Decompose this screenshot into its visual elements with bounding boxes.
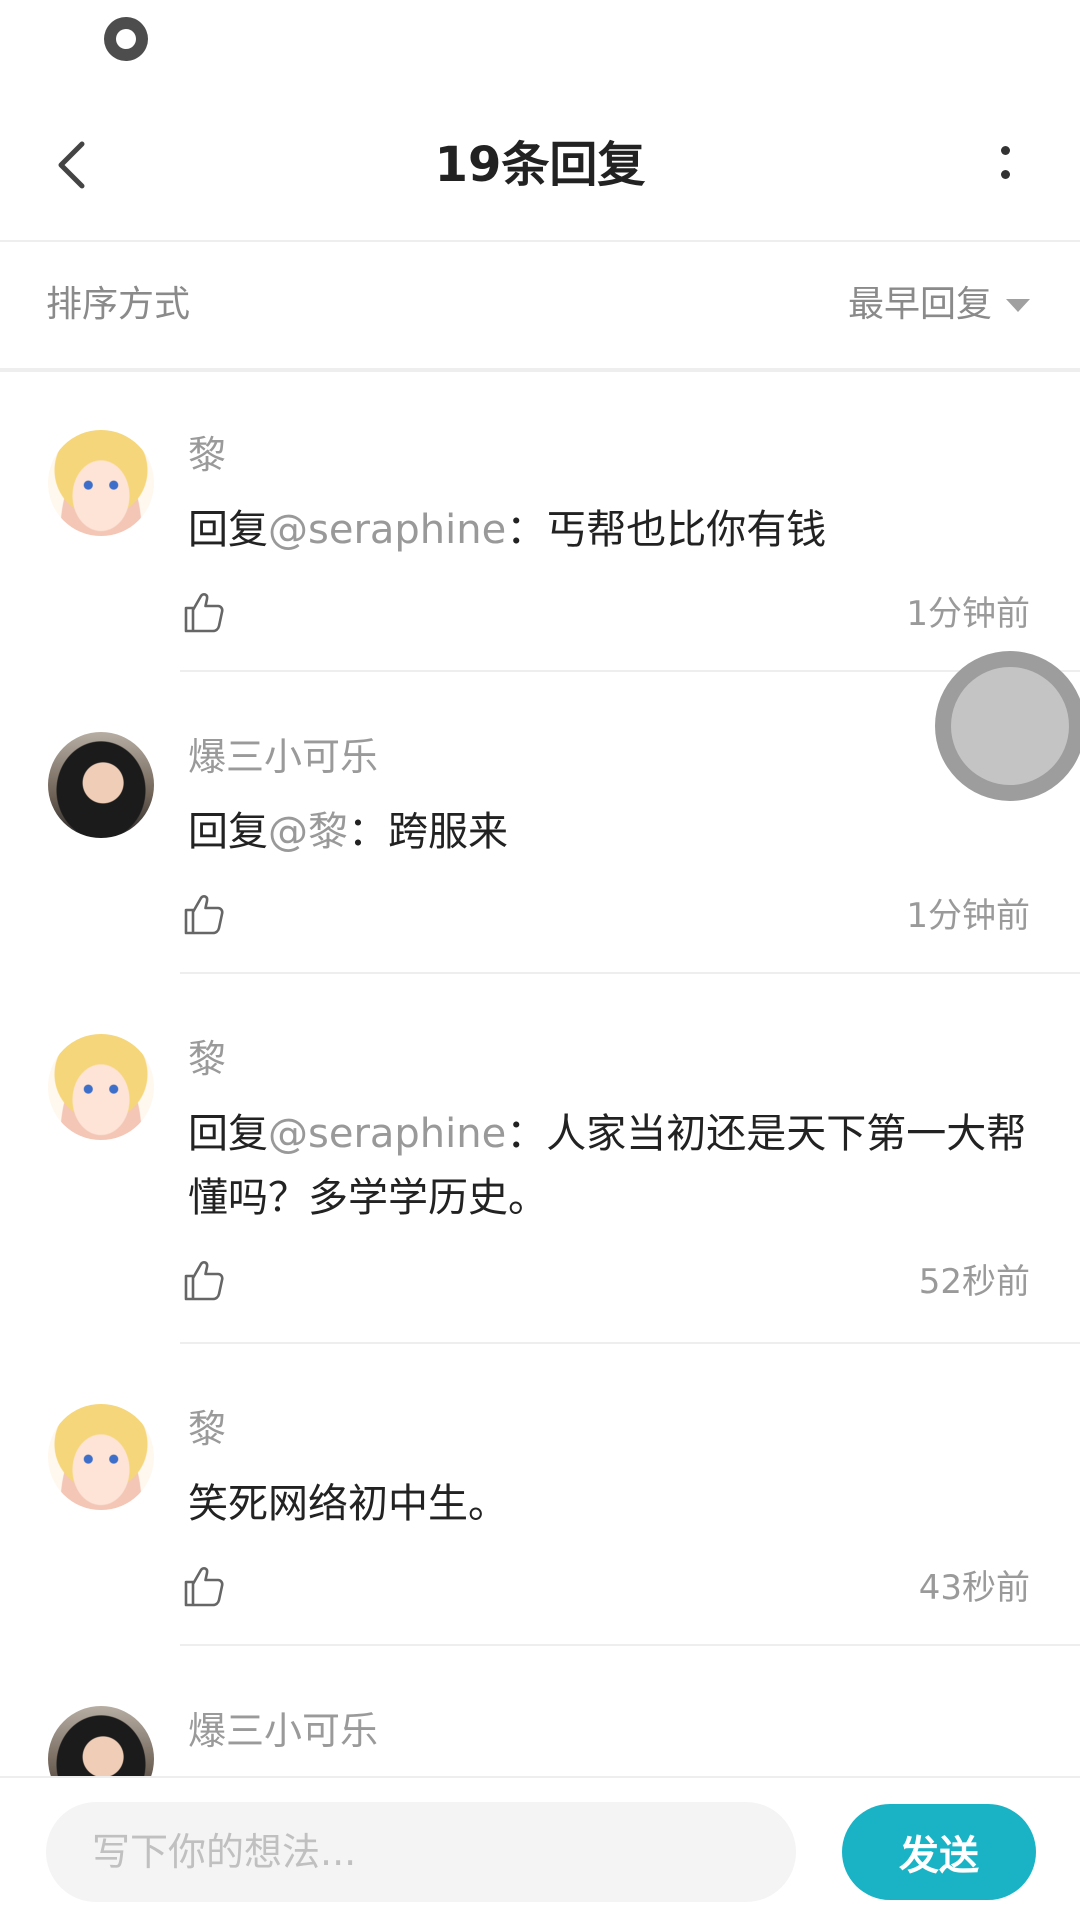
comment-username[interactable]: 爆三小可乐 bbox=[188, 1706, 378, 1756]
more-vertical-icon-dot bbox=[1001, 170, 1010, 179]
comment-username[interactable]: 黎 bbox=[188, 1034, 226, 1084]
comment-text: ：跨服来 bbox=[348, 809, 508, 855]
comment-time: 43秒前 bbox=[918, 1568, 1030, 1608]
comment-item: 黎 回复@seraphine：人家当初还是天下第一大帮 懂吗？多学学历史。 52… bbox=[0, 974, 1080, 1344]
notification-status-icon bbox=[104, 17, 148, 61]
comment-composer: 发送 bbox=[0, 1776, 1080, 1920]
avatar[interactable] bbox=[48, 1706, 154, 1776]
sort-value: 最早回复 bbox=[847, 284, 992, 325]
reply-prefix: 回复 bbox=[188, 1111, 268, 1157]
like-button[interactable] bbox=[180, 588, 228, 636]
sort-label: 排序方式 bbox=[46, 284, 191, 325]
reply-prefix: 回复 bbox=[188, 809, 268, 855]
send-button[interactable]: 发送 bbox=[842, 1804, 1036, 1900]
comment-username[interactable]: 黎 bbox=[188, 430, 226, 480]
avatar[interactable] bbox=[48, 430, 154, 536]
more-options-button[interactable] bbox=[970, 130, 1040, 200]
comment-content: 回复@seraphine：丐帮也比你有钱 bbox=[188, 498, 1028, 562]
comment-text: 笑死网络初中生。 bbox=[188, 1481, 508, 1527]
like-button[interactable] bbox=[180, 1256, 228, 1304]
caret-down-icon bbox=[1006, 298, 1030, 312]
comment-item: 黎 笑死网络初中生。 43秒前 bbox=[0, 1344, 1080, 1646]
comment-text: ：丐帮也比你有钱 bbox=[506, 507, 827, 553]
comment-input[interactable] bbox=[46, 1802, 796, 1902]
status-bar bbox=[0, 0, 1080, 90]
thumbs-up-icon bbox=[184, 895, 224, 935]
avatar[interactable] bbox=[48, 1034, 154, 1140]
page-title: 19条回复 bbox=[434, 137, 646, 193]
mention-link[interactable]: @黎 bbox=[268, 809, 348, 855]
comment-username[interactable]: 黎 bbox=[188, 1404, 226, 1454]
comment-username[interactable]: 爆三小可乐 bbox=[188, 732, 378, 782]
header: 19条回复 bbox=[0, 90, 1080, 242]
floating-assistive-button[interactable] bbox=[935, 651, 1080, 801]
comment-content: 笑死网络初中生。 bbox=[188, 1472, 1028, 1536]
avatar[interactable] bbox=[48, 1404, 154, 1510]
reply-prefix: 回复 bbox=[188, 507, 268, 553]
mention-link[interactable]: @seraphine bbox=[268, 507, 506, 553]
like-button[interactable] bbox=[180, 890, 228, 938]
comment-content: 回复@seraphine：人家当初还是天下第一大帮 懂吗？多学学历史。 bbox=[188, 1102, 1028, 1230]
comment-item: 黎 回复@seraphine：丐帮也比你有钱 1分钟前 bbox=[0, 370, 1080, 672]
comment-content: 回复@黎：跨服来 bbox=[188, 800, 1028, 864]
comment-item: 爆三小可乐 回复@黎：跨服来 1分钟前 bbox=[0, 672, 1080, 974]
mention-link[interactable]: @seraphine bbox=[268, 1111, 506, 1157]
comment-item: 爆三小可乐 bbox=[0, 1646, 1080, 1776]
more-vertical-icon bbox=[1001, 146, 1010, 155]
thumbs-up-icon bbox=[184, 593, 224, 633]
like-button[interactable] bbox=[180, 1562, 228, 1610]
sort-row: 排序方式 最早回复 bbox=[0, 242, 1080, 372]
comment-time: 1分钟前 bbox=[906, 594, 1030, 634]
comment-time: 1分钟前 bbox=[906, 896, 1030, 936]
sort-dropdown[interactable]: 最早回复 bbox=[848, 282, 1030, 328]
comment-time: 52秒前 bbox=[918, 1262, 1030, 1302]
thumbs-up-icon bbox=[184, 1261, 224, 1301]
thumbs-up-icon bbox=[184, 1567, 224, 1607]
reply-page: 19条回复 排序方式 最早回复 黎 回复@seraphine：丐帮也比你有钱 1… bbox=[0, 0, 1080, 1920]
avatar[interactable] bbox=[48, 732, 154, 838]
